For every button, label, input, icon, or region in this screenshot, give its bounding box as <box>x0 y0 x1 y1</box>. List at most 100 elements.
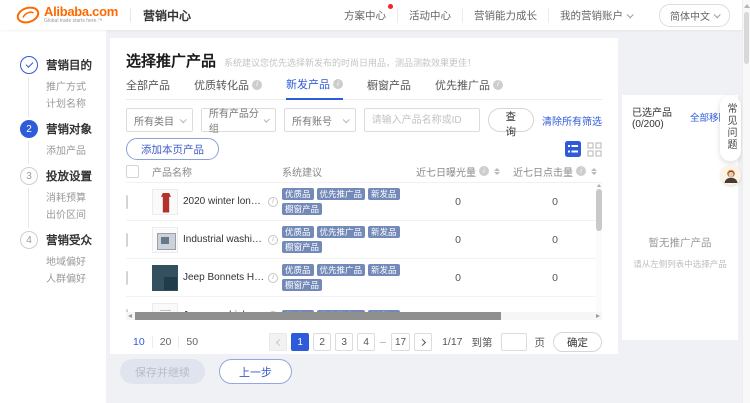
previous-step-button[interactable]: 上一步 <box>219 359 292 384</box>
query-button[interactable]: 查询 <box>488 108 534 132</box>
goto-confirm-button[interactable]: 确定 <box>553 332 602 352</box>
step-sub-promotion-method[interactable]: 推广方式 <box>46 79 106 96</box>
row-checkbox[interactable] <box>126 195 128 209</box>
table-row: Jeep Bonnets Hair With Floral 优质品 优先推广品 … <box>126 259 602 297</box>
page-button-3[interactable]: 3 <box>335 333 353 351</box>
product-thumbnail <box>152 303 178 313</box>
product-thumbnail <box>152 265 178 291</box>
step-sub-add-product[interactable]: 添加产品 <box>46 143 106 160</box>
customer-service-avatar-icon[interactable] <box>721 165 741 185</box>
scrollbar-thumb[interactable] <box>596 189 602 231</box>
pagination-bar: 10 20 50 1 2 3 4 – 17 1/17 到第 页 确定 <box>126 332 602 352</box>
chevron-down-icon <box>180 116 187 123</box>
select-all-checkbox[interactable] <box>126 165 139 178</box>
page-indicator: 1/17 <box>442 336 462 348</box>
scroll-right-arrow-icon <box>596 314 600 318</box>
step-3-header[interactable]: 3 投放设置 <box>20 167 106 185</box>
add-page-products-button[interactable]: 添加本页产品 <box>126 138 219 160</box>
step-3-number: 3 <box>20 167 38 185</box>
step-sub-region-preference[interactable]: 地域偏好 <box>46 254 106 271</box>
page-size-20[interactable]: 20 <box>152 336 179 348</box>
top-header: Alibaba.com Global trade starts here.™ 营… <box>0 0 750 30</box>
tab-showcase-products[interactable]: 橱窗产品 <box>367 76 411 99</box>
table-horizontal-scrollbar[interactable] <box>126 312 602 320</box>
table-row: 2020 winter long cotton coat 1 优质品 优先推广品… <box>126 183 602 221</box>
product-selection-panel: 选择推广产品 系统建议您优先选择新发布的时尚日用品，测品测款效果更佳！ 全部产品… <box>110 38 618 354</box>
info-icon <box>479 166 489 176</box>
step-1-header[interactable]: 营销目的 <box>20 56 106 74</box>
product-name[interactable]: 2020 winter long cotton coat 1 <box>183 196 265 207</box>
sort-clicks-icon[interactable] <box>591 168 597 175</box>
stepper-sidebar: 营销目的 推广方式 计划名称 2 营销对象 添加产品 3 投放设置 消耗预算 出… <box>0 30 106 403</box>
clear-filters-link[interactable]: 清除所有筛选 <box>542 113 602 128</box>
step-sub-plan-name[interactable]: 计划名称 <box>46 96 106 113</box>
nav-my-marketing-account[interactable]: 我的营销账户 <box>548 8 643 23</box>
product-table-body: 2020 winter long cotton coat 1 优质品 优先推广品… <box>126 182 602 312</box>
goto-page-input[interactable] <box>501 333 527 351</box>
page-size-options: 10 20 50 <box>126 336 205 348</box>
step-4-header[interactable]: 4 营销受众 <box>20 231 106 249</box>
product-group-filter-select[interactable]: 所有产品分组 <box>201 108 276 132</box>
scrollbar-thumb[interactable] <box>744 12 749 64</box>
alibaba-logo-icon <box>16 6 40 24</box>
goto-prefix: 到第 <box>472 335 493 350</box>
row-checkbox[interactable] <box>126 233 128 247</box>
row-checkbox[interactable] <box>126 271 128 285</box>
product-search-input[interactable] <box>364 108 480 132</box>
scroll-left-arrow-icon <box>128 314 132 318</box>
page-button-2[interactable]: 2 <box>313 333 331 351</box>
suggestion-tag: 新发品 <box>368 188 400 200</box>
info-icon <box>576 166 586 176</box>
info-icon <box>268 273 278 283</box>
filter-bar: 所有类目 所有产品分组 所有账号 查询 清除所有筛选 <box>126 108 602 132</box>
step-sub-bid-range[interactable]: 出价区间 <box>46 207 106 224</box>
grid-view-icon[interactable] <box>587 142 602 157</box>
clicks-value: 0 <box>508 234 602 246</box>
suggestion-tag: 优先推广品 <box>317 264 366 276</box>
view-toggles <box>565 141 602 157</box>
page-size-50[interactable]: 50 <box>178 336 205 348</box>
footer-actions: 保存并继续 上一步 <box>120 359 292 384</box>
product-name[interactable]: Industrial washing machine h <box>183 234 265 245</box>
page-button-1[interactable]: 1 <box>291 333 309 351</box>
page-size-10[interactable]: 10 <box>126 336 152 348</box>
product-tabs: 全部产品 优质转化品 新发产品 橱窗产品 优先推广品 <box>126 76 602 100</box>
list-view-icon[interactable] <box>565 141 581 157</box>
suggestion-tag: 优质品 <box>282 264 314 276</box>
language-selector[interactable]: 简体中文 <box>659 4 730 27</box>
step-sub-budget[interactable]: 消耗预算 <box>46 190 106 207</box>
nav-activity-center[interactable]: 活动中心 <box>397 8 462 23</box>
notification-dot <box>388 4 393 9</box>
step-2-number: 2 <box>20 120 38 138</box>
suggestion-tag: 橱窗产品 <box>282 241 322 253</box>
account-filter-select[interactable]: 所有账号 <box>284 108 356 132</box>
prev-page-button[interactable] <box>269 333 287 351</box>
tab-quality-conversion[interactable]: 优质转化品 <box>194 76 262 99</box>
next-page-button[interactable] <box>414 333 432 351</box>
alibaba-logo[interactable]: Alibaba.com Global trade starts here.™ <box>16 5 118 25</box>
table-vertical-scrollbar[interactable] <box>596 183 602 312</box>
nav-plan-center[interactable]: 方案中心 <box>333 8 397 23</box>
step-2-header[interactable]: 2 营销对象 <box>20 120 106 138</box>
product-name[interactable]: Jeep Bonnets Hair With Floral <box>183 272 265 283</box>
save-and-continue-button[interactable]: 保存并继续 <box>120 359 205 384</box>
category-filter-select[interactable]: 所有类目 <box>126 108 193 132</box>
chevron-left-icon <box>276 338 283 345</box>
faq-tab[interactable]: 常见问题 <box>720 96 741 161</box>
clicks-value: 0 <box>508 272 602 284</box>
page-button-4[interactable]: 4 <box>357 333 375 351</box>
tab-all-products[interactable]: 全部产品 <box>126 76 170 99</box>
suggestion-tag: 优先推广品 <box>317 188 366 200</box>
scrollbar-thumb[interactable] <box>135 312 501 320</box>
sort-impressions-icon[interactable] <box>494 168 500 175</box>
tab-new-products[interactable]: 新发产品 <box>286 76 343 100</box>
step-sub-crowd-preference[interactable]: 人群偏好 <box>46 271 106 288</box>
page-button-last[interactable]: 17 <box>391 333 410 351</box>
step-marketing-object: 2 营销对象 添加产品 <box>20 120 106 162</box>
chevron-down-icon <box>627 11 634 18</box>
tab-priority-promotion[interactable]: 优先推广品 <box>435 76 503 99</box>
page-scrollbar[interactable] <box>742 0 750 403</box>
suggestion-tag: 优质品 <box>282 188 314 200</box>
nav-capability-growth[interactable]: 营销能力成长 <box>462 8 548 23</box>
header-divider <box>130 8 131 22</box>
